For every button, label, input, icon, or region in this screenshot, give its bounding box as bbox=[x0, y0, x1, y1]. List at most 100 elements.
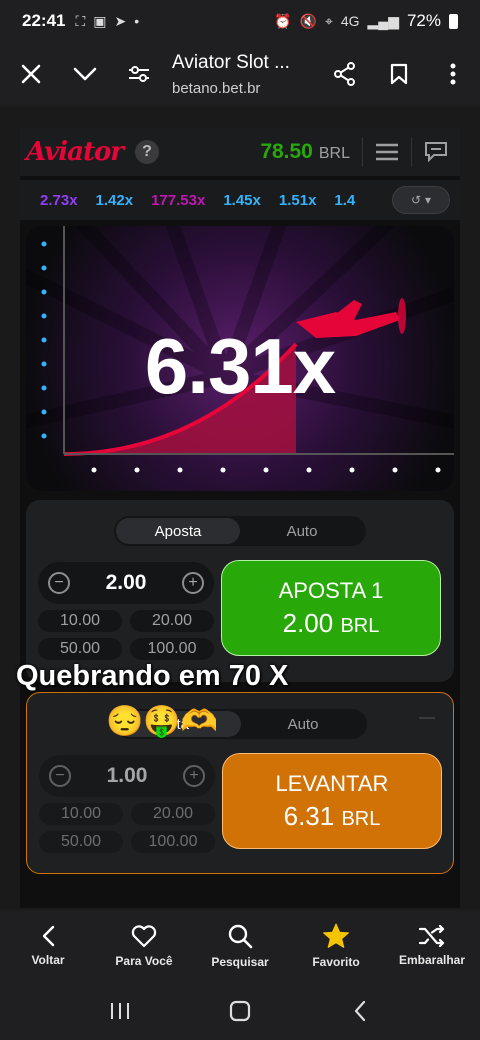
remove-panel-button[interactable] bbox=[419, 717, 435, 719]
history-item: 1.42x bbox=[95, 191, 134, 209]
clock: 22:41 bbox=[22, 11, 66, 30]
game-header: Aviator ? 78.50 BRL bbox=[20, 128, 460, 176]
close-icon bbox=[21, 64, 41, 84]
quick-amount-button[interactable]: 50.00 bbox=[39, 831, 123, 853]
history-toggle-button[interactable]: ↺ ▾ bbox=[392, 186, 450, 214]
history-item: 1.51x bbox=[278, 191, 317, 209]
bet-amount-stepper: − 2.00 + bbox=[38, 562, 214, 604]
aviator-game: Aviator ? 78.50 BRL 2.73x 1.42x 177.53x … bbox=[20, 128, 460, 908]
tab-auto[interactable]: Auto bbox=[241, 711, 365, 737]
game-frame: Aviator ? 78.50 BRL 2.73x 1.42x 177.53x … bbox=[0, 106, 480, 910]
minimize-button[interactable] bbox=[58, 47, 112, 101]
mute-icon: 🔇 bbox=[299, 12, 317, 29]
battery-level: 72% bbox=[406, 11, 441, 30]
bottom-navigation: Voltar Para Você Pesquisar Favorito Emba… bbox=[0, 910, 480, 982]
quick-amounts: 10.00 20.00 50.00 100.00 bbox=[38, 610, 214, 660]
balance-currency: BRL bbox=[318, 145, 350, 162]
nav-shuffle[interactable]: Embaralhar bbox=[384, 910, 480, 982]
nav-search[interactable]: Pesquisar bbox=[192, 910, 288, 982]
bet-amount[interactable]: 2.00 bbox=[106, 571, 147, 595]
chevron-down-icon bbox=[73, 67, 97, 81]
heart-icon bbox=[131, 925, 157, 948]
signal-icon: ▂▄▆ bbox=[367, 12, 399, 29]
video-caption: Quebrando em 70 X bbox=[16, 660, 289, 692]
increase-button[interactable]: + bbox=[182, 572, 204, 594]
bet-amount-stepper: − 1.00 + bbox=[39, 755, 215, 797]
nav-back[interactable]: Voltar bbox=[0, 910, 96, 982]
increase-button[interactable]: + bbox=[183, 765, 205, 787]
page-titles[interactable]: Aviator Slot ... betano.bet.br bbox=[166, 52, 318, 97]
bet-amount[interactable]: 1.00 bbox=[107, 764, 148, 788]
bet-button-amount: 2.00 BRL bbox=[282, 607, 380, 638]
bet-button[interactable]: APOSTA 1 2.00 BRL bbox=[221, 560, 441, 656]
screenshot-icon: ⛶ bbox=[75, 12, 86, 29]
menu-button[interactable] bbox=[363, 128, 411, 176]
history-icon: ↺ bbox=[410, 193, 422, 207]
notification-icons: ⛶ ▣ ➤ • bbox=[75, 13, 139, 30]
page-url: betano.bet.br bbox=[172, 79, 261, 97]
dot-icon: • bbox=[134, 12, 140, 29]
quick-amount-button[interactable]: 20.00 bbox=[131, 803, 215, 825]
alarm-icon: ⏰ bbox=[274, 12, 292, 29]
cashout-button-label: LEVANTAR bbox=[275, 770, 389, 796]
hamburger-icon bbox=[376, 143, 398, 161]
home-icon bbox=[229, 1000, 251, 1022]
bet-panel-2: sta Auto − 1.00 + 10.00 20.00 50.00 100.… bbox=[26, 692, 454, 874]
screen-record-icon: ▣ bbox=[93, 12, 107, 29]
bet-button-label: APOSTA 1 bbox=[278, 577, 384, 603]
back-button[interactable] bbox=[340, 991, 380, 1031]
balance: 78.50 BRL bbox=[260, 140, 350, 164]
chat-icon bbox=[425, 142, 447, 163]
close-button[interactable] bbox=[4, 47, 58, 101]
quick-amount-button[interactable]: 10.00 bbox=[38, 610, 122, 632]
chevron-down-icon: ▾ bbox=[425, 193, 432, 207]
aviator-logo: Aviator bbox=[26, 137, 124, 167]
telegram-icon: ➤ bbox=[114, 12, 127, 29]
more-button[interactable] bbox=[426, 47, 480, 101]
recents-button[interactable] bbox=[100, 991, 140, 1031]
decrease-button[interactable]: − bbox=[49, 765, 71, 787]
nav-label: Favorito bbox=[312, 955, 360, 969]
tab-bet[interactable]: Aposta bbox=[116, 518, 240, 544]
site-settings-button[interactable] bbox=[112, 47, 166, 101]
quick-amounts: 10.00 20.00 50.00 100.00 bbox=[39, 803, 215, 853]
game-stage: 6.31x bbox=[26, 226, 454, 491]
history-item: 1.45x bbox=[223, 191, 261, 209]
emoji-sticker: 😔🤑🫶 bbox=[106, 705, 219, 738]
chat-button[interactable] bbox=[412, 128, 460, 176]
location-icon: ⌖ bbox=[324, 12, 333, 29]
nav-label: Pesquisar bbox=[211, 955, 269, 969]
history-item: 2.73x bbox=[40, 191, 78, 209]
x-axis-dots bbox=[91, 467, 441, 473]
quick-amount-button[interactable]: 10.00 bbox=[39, 803, 123, 825]
balance-amount: 78.50 bbox=[260, 140, 313, 163]
status-bar: 22:41 ⛶ ▣ ➤ • ⏰ 🔇 ⌖ 4G ▂▄▆ 72% bbox=[0, 0, 480, 42]
quick-amount-button[interactable]: 20.00 bbox=[130, 610, 214, 632]
current-multiplier: 6.31x bbox=[144, 322, 336, 410]
cashout-button[interactable]: LEVANTAR 6.31 BRL bbox=[222, 753, 442, 849]
nav-label: Para Você bbox=[115, 954, 173, 968]
shuffle-icon bbox=[418, 925, 445, 947]
history-item: 177.53x bbox=[151, 191, 206, 209]
chevron-left-icon bbox=[42, 925, 55, 947]
page-title: Aviator Slot ... bbox=[172, 51, 290, 73]
back-icon bbox=[354, 1000, 366, 1022]
battery-icon bbox=[449, 13, 458, 29]
cashout-button-amount: 6.31 BRL bbox=[283, 800, 381, 831]
tab-auto[interactable]: Auto bbox=[240, 518, 364, 544]
quick-amount-button[interactable]: 100.00 bbox=[131, 831, 215, 853]
quick-amount-button[interactable]: 100.00 bbox=[130, 638, 214, 660]
nav-favorite[interactable]: Favorito bbox=[288, 910, 384, 982]
nav-for-you[interactable]: Para Você bbox=[96, 910, 192, 982]
quick-amount-button[interactable]: 50.00 bbox=[38, 638, 122, 660]
bookmark-button[interactable] bbox=[372, 47, 426, 101]
home-button[interactable] bbox=[220, 991, 260, 1031]
multiplier-history: 2.73x 1.42x 177.53x 1.45x 1.51x 1.4 ↺ ▾ bbox=[20, 180, 460, 220]
share-button[interactable] bbox=[318, 47, 372, 101]
decrease-button[interactable]: − bbox=[48, 572, 70, 594]
network-label: 4G bbox=[340, 13, 360, 29]
system-navigation bbox=[0, 982, 480, 1040]
star-icon bbox=[323, 923, 349, 948]
help-button[interactable]: ? bbox=[135, 140, 159, 164]
history-list: 2.73x 1.42x 177.53x 1.45x 1.51x 1.4 bbox=[20, 192, 392, 209]
